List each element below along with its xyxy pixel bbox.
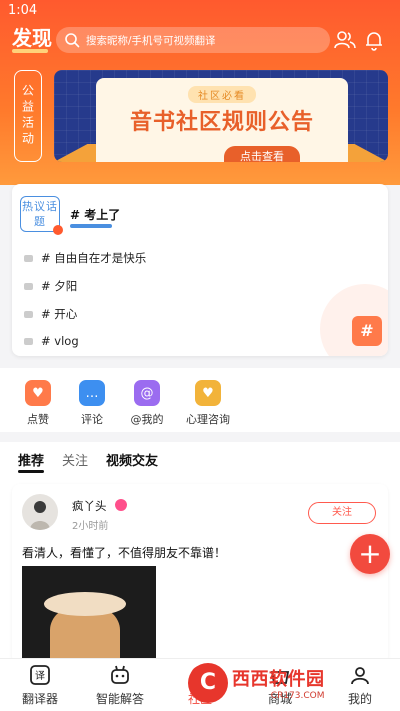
at-icon: @ bbox=[134, 380, 160, 406]
page-title: 发现 bbox=[12, 26, 52, 50]
nav-translator[interactable]: 译 翻译器 bbox=[0, 664, 80, 707]
search-input[interactable]: 搜索昵称/手机号可视频翻译 bbox=[56, 27, 330, 53]
chat-bubble-icon bbox=[24, 310, 33, 318]
feed-tabs: 推荐 关注 视频交友 bbox=[18, 450, 176, 469]
status-time: 1:04 bbox=[8, 3, 38, 18]
quick-comment[interactable]: … 评论 bbox=[62, 380, 122, 427]
banner-subtitle: 社区必看 bbox=[188, 86, 256, 103]
quick-like[interactable]: ♥ 点赞 bbox=[8, 380, 68, 427]
create-post-button[interactable]: + bbox=[350, 534, 390, 574]
tab-following[interactable]: 关注 bbox=[62, 450, 88, 469]
bell-icon[interactable] bbox=[364, 29, 384, 51]
post-author[interactable]: 疯丫头 bbox=[72, 498, 107, 514]
post-image[interactable] bbox=[22, 566, 156, 664]
translate-icon: 译 bbox=[29, 664, 51, 686]
watermark-title: 西西软件园 bbox=[232, 669, 325, 690]
featured-topic[interactable]: # 考上了 bbox=[70, 206, 120, 223]
banner-view-button[interactable]: 点击查看 bbox=[224, 146, 300, 162]
header: 1:04 发现 搜索昵称/手机号可视频翻译 公益活动 社区必看 音书社区规则公告… bbox=[0, 0, 400, 185]
flame-icon bbox=[53, 225, 63, 235]
quick-actions: ♥ 点赞 … 评论 @ @我的 ♥ 心理咨询 bbox=[0, 368, 400, 432]
banner-title: 音书社区规则公告 bbox=[129, 110, 314, 135]
heart-hand-icon: ♥ bbox=[195, 380, 221, 406]
svg-text:译: 译 bbox=[35, 670, 45, 682]
post-text: 看清人，看懂了，不值得朋友不靠谱！ bbox=[22, 546, 227, 560]
banner-card: 社区必看 音书社区规则公告 点击查看 bbox=[96, 78, 348, 162]
chat-bubble-icon bbox=[24, 337, 33, 345]
post-card[interactable]: 疯丫头 2小时前 关注 看清人，看懂了，不值得朋友不靠谱！ bbox=[12, 484, 388, 664]
search-placeholder: 搜索昵称/手机号可视频翻译 bbox=[86, 34, 216, 47]
topic-item[interactable]: # 开心 bbox=[24, 306, 77, 322]
nav-smart-answer[interactable]: 智能解答 bbox=[80, 664, 160, 707]
chat-bubble-icon bbox=[24, 282, 33, 290]
announcement-banner[interactable]: 社区必看 音书社区规则公告 点击查看 bbox=[54, 70, 388, 162]
comment-icon: … bbox=[79, 380, 105, 406]
feed: 推荐 关注 视频交友 疯丫头 2小时前 关注 看清人，看懂了，不值得朋友不靠谱！ bbox=[0, 442, 400, 664]
charity-activity-tag[interactable]: 公益活动 bbox=[14, 70, 42, 162]
heart-icon: ♥ bbox=[25, 380, 51, 406]
tab-video-friends[interactable]: 视频交友 bbox=[106, 450, 158, 469]
search-icon bbox=[65, 33, 80, 48]
watermark-logo: C 西西软件园 CR173.COM bbox=[188, 662, 384, 704]
title-underline bbox=[12, 49, 48, 53]
tab-recommend[interactable]: 推荐 bbox=[18, 450, 44, 469]
topic-item[interactable]: # vlog bbox=[24, 334, 79, 348]
topic-item[interactable]: # 夕阳 bbox=[24, 278, 77, 294]
hot-topic-badge: 热议话题 bbox=[20, 196, 63, 235]
quick-counseling[interactable]: ♥ 心理咨询 bbox=[178, 380, 238, 427]
topic-hashtag-button[interactable]: # bbox=[352, 316, 382, 346]
gender-female-icon bbox=[115, 499, 127, 511]
topic-item[interactable]: # 自由自在才是快乐 bbox=[24, 250, 146, 266]
robot-icon bbox=[109, 664, 131, 686]
avatar[interactable] bbox=[22, 494, 58, 530]
user-group-icon[interactable] bbox=[334, 29, 356, 51]
post-time: 2小时前 bbox=[72, 521, 109, 532]
watermark-url: CR173.COM bbox=[270, 691, 325, 701]
quick-mentions[interactable]: @ @我的 bbox=[117, 380, 177, 427]
chat-bubble-icon bbox=[24, 254, 33, 262]
hot-topics-card: 热议话题 # 考上了 # 自由自在才是快乐 # 夕阳 # 开心 # vlog # bbox=[12, 184, 388, 356]
follow-button[interactable]: 关注 bbox=[308, 502, 376, 524]
watermark-logo-mark: C bbox=[188, 663, 228, 703]
